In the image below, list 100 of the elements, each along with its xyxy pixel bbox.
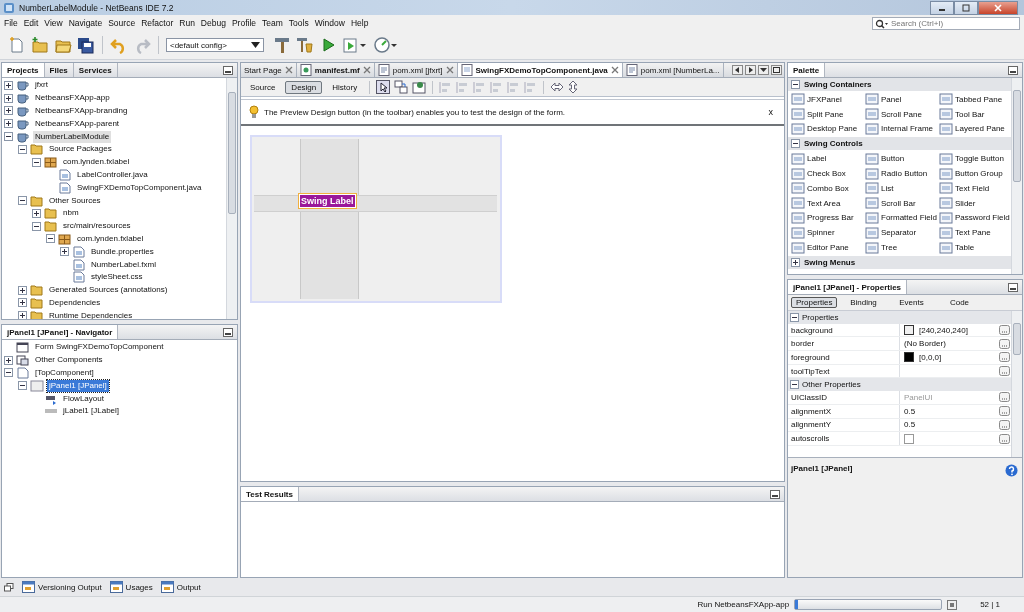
navigator-node[interactable]: jPanel1 [JPanel] [47,379,109,392]
project-node[interactable]: Source Packages [47,143,114,156]
component-item[interactable]: Desktop Pane [791,121,865,137]
project-node[interactable]: jfxrt [33,79,50,92]
editor-tab[interactable]: pom.xml [NumberLa... [622,63,724,77]
component-item[interactable]: List [865,181,939,196]
output-tab[interactable]: Output [160,581,201,593]
component-item[interactable]: Spinner [791,225,865,241]
component-item[interactable]: Editor Pane [791,240,865,255]
component-item[interactable]: Radio Button [865,166,939,181]
component-item[interactable]: Text Area [791,195,865,211]
navigator-node[interactable]: [TopComponent] [33,367,96,379]
menu-item[interactable]: Window [311,18,348,28]
project-node[interactable]: NetbeansFXApp-parent [33,117,122,130]
palette-category[interactable]: Swing Controls [788,137,1011,151]
navigator-node[interactable]: Other Components [33,354,105,367]
form-panel[interactable]: Swing Label [250,135,502,303]
menu-item[interactable]: Run [176,18,198,28]
menu-item[interactable]: Edit [20,18,42,28]
panel-tab[interactable]: Test Results [241,487,299,501]
component-item[interactable]: Combo Box [791,181,865,196]
view-toggle[interactable]: History [326,80,364,94]
component-item[interactable]: Separator [865,225,939,241]
menu-item[interactable]: File [1,18,21,28]
config-dropdown[interactable]: <default config> [166,38,264,52]
component-item[interactable]: Password Field [939,210,1011,226]
component-item[interactable]: Text Field [939,181,1011,196]
navigator-node[interactable]: Form SwingFXDemoTopComponent [33,341,166,354]
navigator-node[interactable]: jLabel1 [JLabel] [61,405,122,418]
editor-tab[interactable]: SwingFXDemoTopComponent.java [457,63,623,77]
menu-item[interactable]: Help [347,18,372,28]
project-node[interactable]: Generated Sources (annotations) [47,284,170,297]
editor-tab[interactable]: pom.xml [jfxrt] [374,63,458,77]
component-item[interactable]: Label [791,151,865,167]
component-item[interactable]: Split Pane [791,106,865,122]
search-field[interactable]: Search (Ctrl+I) [872,16,1020,30]
component-item[interactable]: Button Group [939,166,1011,181]
properties-tab[interactable]: Code [937,297,982,308]
project-node[interactable]: SwingFXDemoTopComponent.java [75,181,204,194]
project-node[interactable]: NumberLabelModule [33,130,112,143]
component-item[interactable]: Progress Bar [791,210,865,226]
component-item[interactable]: Slider [939,195,1011,211]
panel-tab[interactable]: Services [73,63,118,77]
panel-tab[interactable]: Projects [2,63,45,77]
menu-item[interactable]: Profile [228,18,259,28]
menu-item[interactable]: Refactor [138,18,177,28]
palette-category[interactable]: Swing Menus [788,255,1011,269]
properties-tab[interactable]: Events [889,297,934,308]
menu-item[interactable]: Source [105,18,139,28]
view-toggle[interactable]: Source [244,80,282,94]
project-node[interactable]: NumberLabel.fxml [89,258,158,271]
component-item[interactable]: Text Pane [939,225,1011,241]
project-node[interactable]: Other Sources [47,194,103,207]
project-node[interactable]: com.lynden.fxlabel [75,232,146,245]
component-item[interactable]: Scroll Bar [865,195,939,211]
component-item[interactable]: Button [865,151,939,167]
component-item[interactable]: Formatted Field [865,210,939,226]
project-node[interactable]: com.lynden.fxlabel [61,156,132,169]
component-item[interactable]: JFXPanel [791,92,865,107]
component-item[interactable]: Layered Pane [939,121,1011,137]
properties-tab[interactable]: Binding [841,297,886,308]
swing-label[interactable]: Swing Label [300,195,355,207]
editor-tab[interactable]: Start Page [241,63,297,77]
panel-tab[interactable]: Files [44,63,74,77]
menu-item[interactable]: Team [259,18,286,28]
menu-item[interactable]: View [41,18,66,28]
project-node[interactable]: NetbeansFXApp-branding [33,105,130,117]
hint-close-button[interactable]: x [765,107,776,117]
project-node[interactable]: NetbeansFXApp-app [33,92,112,105]
component-item[interactable]: Tool Bar [939,106,1011,122]
property-value[interactable]: [240,240,240] [919,325,968,335]
component-item[interactable]: Tabbed Pane [939,92,1011,107]
component-item[interactable]: Table [939,240,1011,255]
palette-category[interactable]: Swing Containers [788,78,1011,91]
menu-item[interactable]: Debug [197,18,229,28]
component-item[interactable]: Check Box [791,166,865,181]
component-item[interactable]: Internal Frame [865,121,939,137]
window-tab[interactable]: Palette [788,63,826,77]
panel-tab[interactable]: jPanel1 [JPanel] - Properties [788,280,908,294]
editor-tab[interactable]: manifest.mf [296,63,375,77]
component-item[interactable]: Scroll Pane [865,106,939,122]
menu-item[interactable]: Tools [285,18,312,28]
panel-tab[interactable]: jPanel1 [JPanel] - Navigator [2,325,119,339]
property-value[interactable]: (No Border) [904,339,946,349]
property-value[interactable]: 0.5 [904,420,916,430]
view-toggle[interactable]: Design [285,80,323,94]
project-node[interactable]: Dependencies [47,296,103,309]
project-node[interactable]: src/main/resources [61,220,133,233]
project-node[interactable]: nbm [61,207,81,220]
project-node[interactable]: Bundle.properties [89,245,156,258]
project-node[interactable]: styleSheet.css [89,271,145,284]
component-item[interactable]: Toggle Button [939,151,1011,167]
navigator-node[interactable]: FlowLayout [61,392,106,405]
properties-tab[interactable]: Properties [791,297,838,308]
property-value[interactable]: 0.5 [904,406,916,416]
output-tab[interactable]: Usages [109,581,153,593]
component-item[interactable]: Tree [865,240,939,255]
component-item[interactable]: Panel [865,92,939,107]
menu-item[interactable]: Navigate [65,18,106,28]
project-node[interactable]: Runtime Dependencies [47,309,135,319]
